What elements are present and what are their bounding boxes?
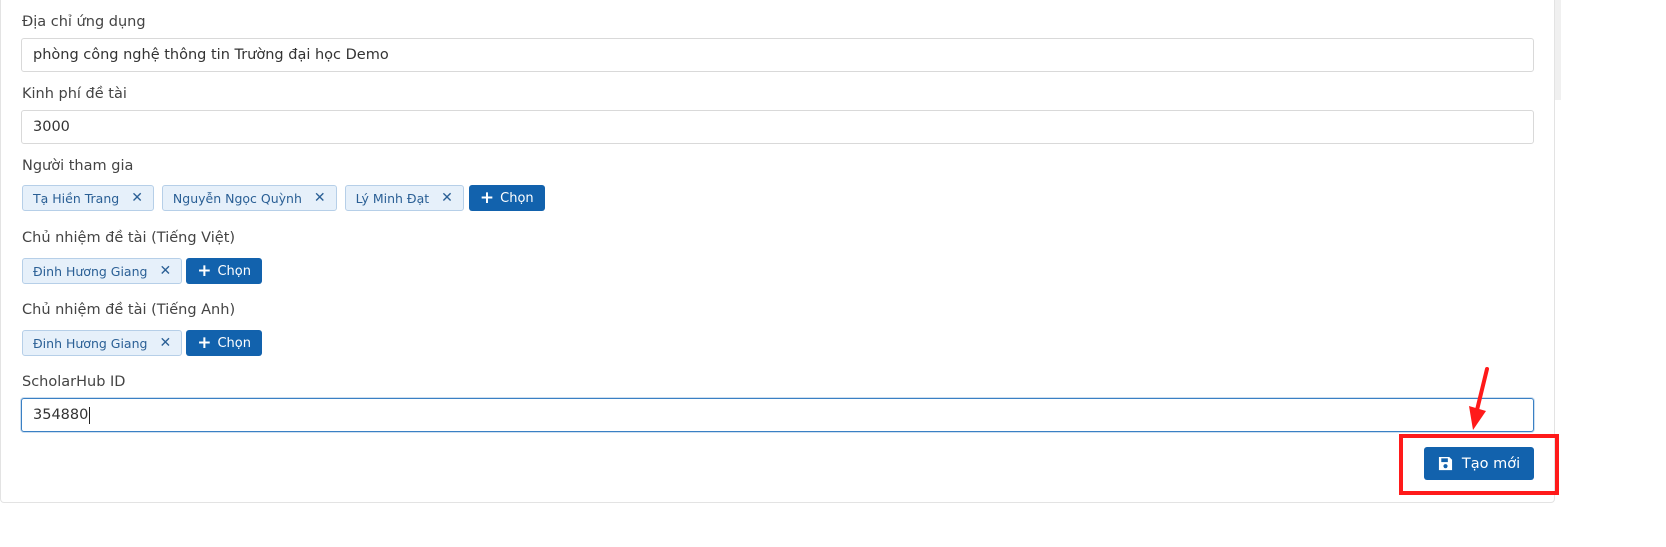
participants-select-button[interactable]: + Chọn [468,185,545,211]
select-button-label: Chọn [217,263,251,279]
participant-name: Tạ Hiền Trang [33,190,120,206]
app-address-label: Địa chỉ ứng dụng [22,14,146,30]
leader-en-chip: Đinh Hương Giang ✕ [22,330,183,356]
leader-en-label: Chủ nhiệm đề tài (Tiếng Anh) [22,302,236,318]
participant-name: Nguyễn Ngọc Quỳnh [172,190,302,206]
close-icon[interactable]: ✕ [159,264,171,278]
select-button-label: Chọn [217,335,251,351]
leader-en-chip-row: Đinh Hương Giang ✕ + Chọn [22,330,262,356]
leader-vi-chip-row: Đinh Hương Giang ✕ + Chọn [22,258,262,284]
leader-en-name: Đinh Hương Giang [33,335,148,351]
leader-vi-chip: Đinh Hương Giang ✕ [22,258,183,284]
budget-value: 3000 [33,119,70,135]
leader-vi-select-button[interactable]: + Chọn [186,258,262,284]
leader-vi-name: Đinh Hương Giang [33,263,148,279]
close-icon[interactable]: ✕ [441,191,453,205]
participant-chip: Tạ Hiền Trang ✕ [22,185,154,211]
participants-chip-row: Tạ Hiền Trang ✕ Nguyễn Ngọc Quỳnh ✕ Lý M… [22,185,545,211]
close-icon[interactable]: ✕ [314,191,326,205]
plus-icon: + [197,332,212,353]
scholarhub-label: ScholarHub ID [22,374,126,390]
plus-icon: + [197,260,212,281]
budget-label: Kinh phí đề tài [22,86,127,102]
text-caret [89,406,91,424]
app-address-value: phòng công nghệ thông tin Trường đại học… [33,47,389,63]
close-icon[interactable]: ✕ [159,336,171,350]
leader-vi-label: Chủ nhiệm đề tài (Tiếng Việt) [22,230,236,246]
participants-label: Người tham gia [22,158,134,174]
close-icon[interactable]: ✕ [131,191,143,205]
participant-name: Lý Minh Đạt [355,190,430,206]
scholarhub-id-input[interactable]: 354880 [21,398,1534,432]
plus-icon: + [479,187,495,208]
create-button[interactable]: Tạo mới [1424,447,1534,480]
participant-chip: Lý Minh Đạt ✕ [344,185,464,211]
select-button-label: Chọn [500,190,534,206]
leader-en-select-button[interactable]: + Chọn [186,330,262,356]
scrollbar[interactable] [1555,0,1561,100]
floppy-disk-icon [1438,456,1452,471]
budget-input[interactable]: 3000 [21,110,1534,144]
scholarhub-id-value: 354880 [33,407,89,423]
participant-chip: Nguyễn Ngọc Quỳnh ✕ [161,185,337,211]
app-address-input[interactable]: phòng công nghệ thông tin Trường đại học… [21,38,1534,72]
create-button-label: Tạo mới [1461,455,1521,472]
